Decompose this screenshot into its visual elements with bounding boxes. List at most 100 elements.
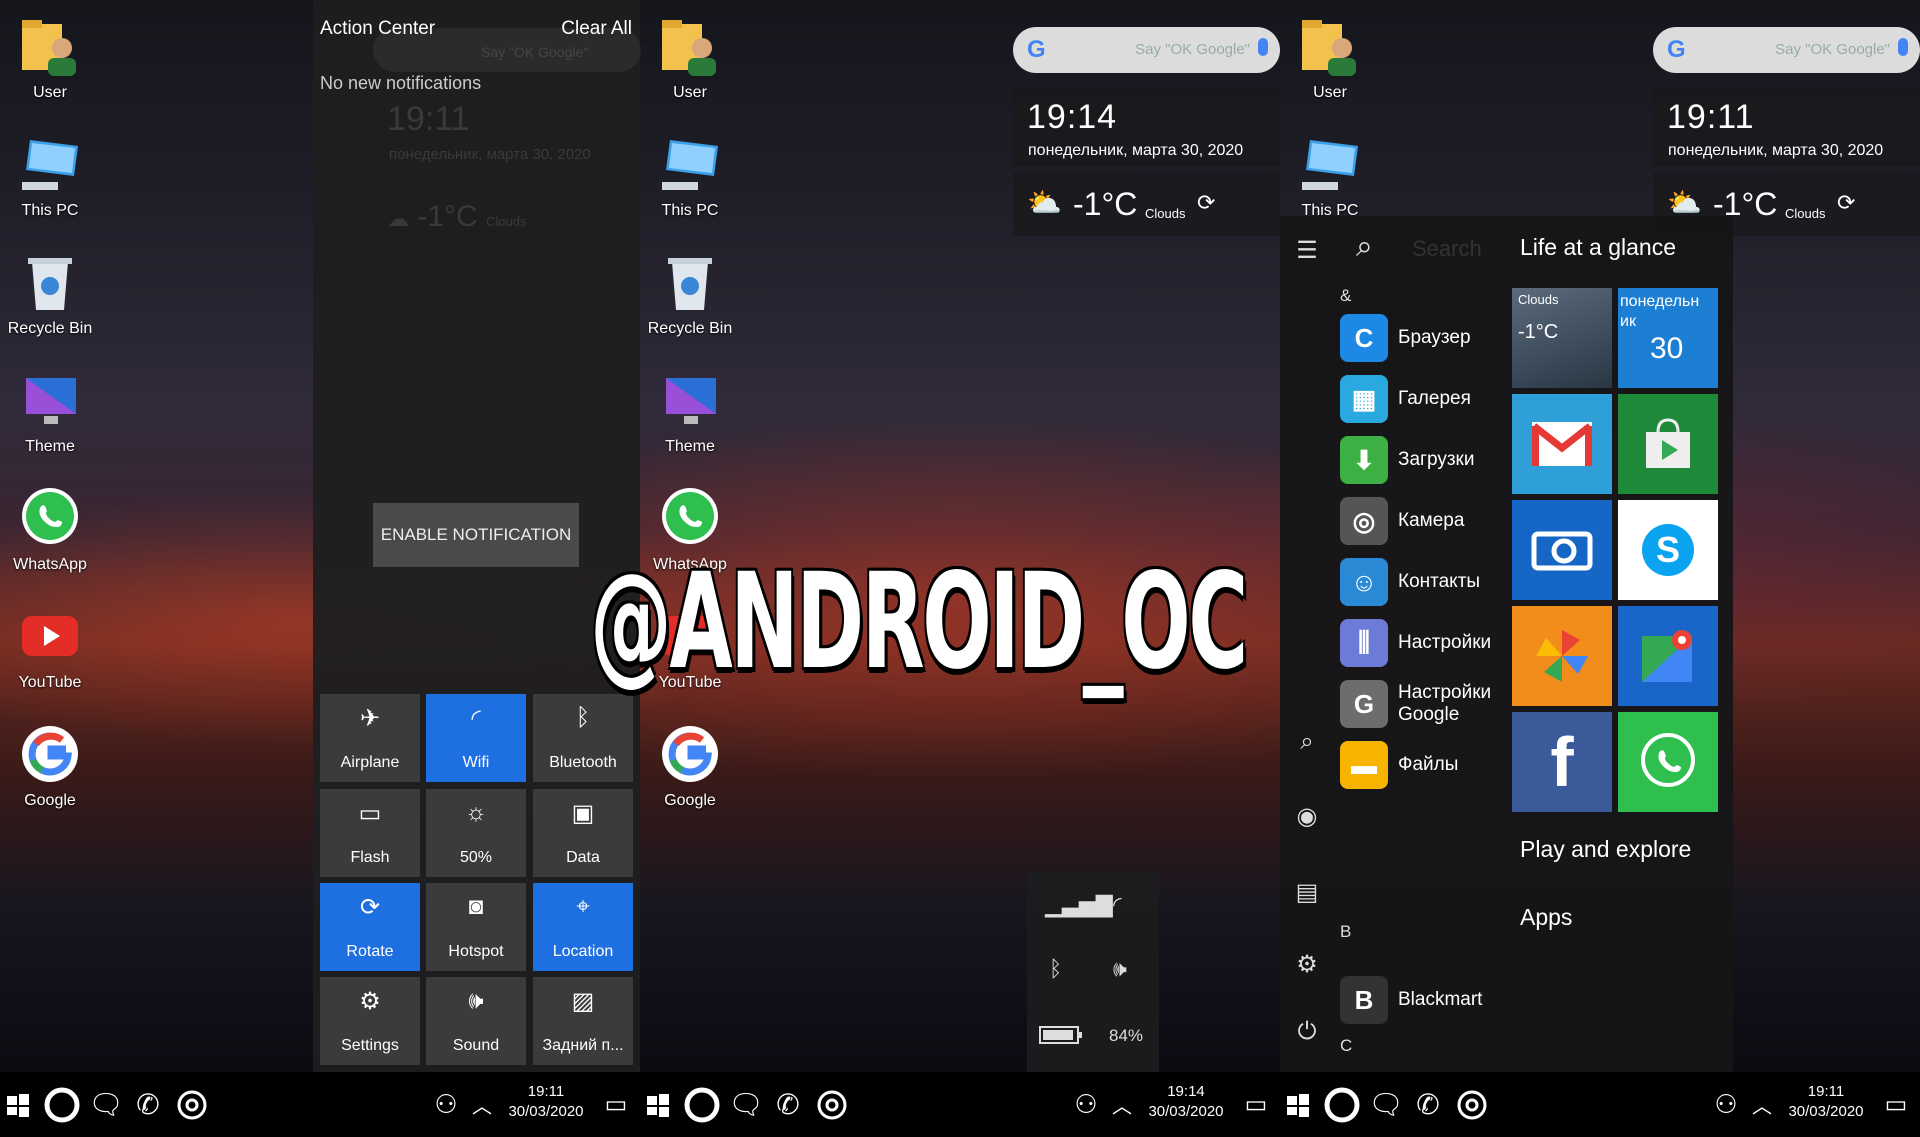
tile-airplane[interactable]: ✈ Airplane — [320, 694, 420, 782]
app-gallery[interactable]: ▦ Галерея — [1340, 371, 1471, 427]
app-contacts[interactable]: ☺ Контакты — [1340, 554, 1480, 610]
messages-icon[interactable]: 🗨 — [1368, 1072, 1404, 1137]
tile-facebook[interactable]: f — [1512, 712, 1612, 812]
windows-start-icon[interactable] — [1284, 1072, 1312, 1137]
hamburger-menu-icon[interactable]: ☰ — [1292, 236, 1322, 265]
chevron-up-icon[interactable]: ︿ — [1750, 1072, 1774, 1137]
tile-flash[interactable]: ▭ Flash — [320, 789, 420, 877]
desktop-icon-this-pc[interactable]: This PC — [640, 132, 740, 220]
messages-icon[interactable]: 🗨 — [88, 1072, 124, 1137]
tile-skype[interactable]: S — [1618, 500, 1718, 600]
enable-notification-button[interactable]: ENABLE NOTIFICATION — [373, 503, 579, 567]
google-search-bar[interactable]: G Say "OK Google" — [1013, 27, 1280, 73]
tile-hotspot[interactable]: ◙ Hotspot — [426, 883, 526, 971]
tile-brightness[interactable]: ☼ 50% — [426, 789, 526, 877]
search-icon[interactable]: ⌕ — [1292, 728, 1322, 756]
tile-wifi[interactable]: ◜ Wifi — [426, 694, 526, 782]
app-camera[interactable]: ◎ Камера — [1340, 493, 1464, 549]
app-browser[interactable]: C Браузер — [1340, 310, 1471, 366]
user-avatar-icon[interactable]: ◉ — [1292, 802, 1322, 831]
tile-bluetooth[interactable]: ᛒ Bluetooth — [533, 694, 633, 782]
tile-wallpaper[interactable]: ▨ Задний п... — [533, 977, 633, 1065]
tile-camera[interactable] — [1512, 500, 1612, 600]
refresh-icon[interactable]: ⟳ — [1197, 190, 1215, 216]
desktop-icon-google[interactable]: Google — [640, 722, 740, 810]
desktop-icon-user[interactable]: User — [640, 14, 740, 102]
cortana-circle-icon[interactable] — [682, 1072, 722, 1137]
notification-icon[interactable]: ▭ — [1880, 1072, 1912, 1137]
desktop-icon-this-pc[interactable]: This PC — [1280, 132, 1380, 220]
user-folder-icon — [658, 14, 722, 78]
start-menu: ☰ ⌕ ◉ ▤ ⚙ ⏻ ⌕ Search & C Браузер ▦ Галерея… — [1280, 216, 1733, 1072]
chevron-up-icon[interactable]: ︿ — [470, 1072, 494, 1137]
group-header-amp[interactable]: & — [1340, 286, 1351, 306]
desktop-icon-youtube[interactable]: YouTube — [0, 604, 100, 692]
google-settings-icon: G — [1340, 680, 1388, 728]
messages-icon[interactable]: 🗨 — [728, 1072, 764, 1137]
file-explorer-icon[interactable]: ▤ — [1292, 878, 1322, 907]
app-files[interactable]: ▬ Файлы — [1340, 737, 1458, 793]
mic-icon[interactable] — [1258, 38, 1268, 56]
tile-gmail[interactable] — [1512, 394, 1612, 494]
start-search-icon[interactable]: ⌕ — [1356, 230, 1373, 264]
tile-rotate[interactable]: ⟳ Rotate — [320, 883, 420, 971]
tile-label: Wifi — [462, 754, 490, 771]
group-header-c[interactable]: C — [1340, 1036, 1352, 1056]
windows-start-icon[interactable] — [4, 1072, 32, 1137]
user-icon[interactable]: ⚇ — [430, 1072, 462, 1137]
desktop-icon-recycle-bin[interactable]: Recycle Bin — [0, 250, 100, 338]
tile-maps[interactable] — [1618, 606, 1718, 706]
mic-icon[interactable] — [1898, 38, 1908, 56]
desktop-icon-recycle-bin[interactable]: Recycle Bin — [640, 250, 740, 338]
chrome-icon[interactable] — [1454, 1072, 1490, 1137]
power-icon[interactable]: ⏻ — [1292, 1018, 1322, 1046]
desktop-icon-user[interactable]: User — [0, 14, 100, 102]
app-google-settings[interactable]: G Настройки Google — [1340, 676, 1498, 732]
user-icon[interactable]: ⚇ — [1070, 1072, 1102, 1137]
phone-icon[interactable]: ✆ — [130, 1072, 166, 1137]
tile-sound[interactable]: 🕪 Sound — [426, 977, 526, 1065]
cortana-circle-icon[interactable] — [1322, 1072, 1362, 1137]
apps-title[interactable]: Apps — [1520, 904, 1572, 931]
gear-icon[interactable]: ⚙ — [1292, 950, 1322, 979]
desktop-icon-theme[interactable]: Theme — [640, 368, 740, 456]
desktop-icon-theme[interactable]: Theme — [0, 368, 100, 456]
refresh-icon[interactable]: ⟳ — [1837, 190, 1855, 216]
tile-photos[interactable] — [1512, 606, 1612, 706]
app-blackmart[interactable]: B Blackmart — [1340, 972, 1482, 1028]
user-icon[interactable]: ⚇ — [1710, 1072, 1742, 1137]
phone-icon[interactable]: ✆ — [1410, 1072, 1446, 1137]
taskbar-clock[interactable]: 19:14 30/03/2020 — [1138, 1082, 1234, 1122]
chevron-up-icon[interactable]: ︿ — [1110, 1072, 1134, 1137]
desktop-icon-this-pc[interactable]: This PC — [0, 132, 100, 220]
taskbar-clock[interactable]: 19:11 30/03/2020 — [1778, 1082, 1874, 1122]
desktop-icon-label: User — [1313, 84, 1347, 101]
phone-icon[interactable]: ✆ — [770, 1072, 806, 1137]
group-header-b[interactable]: B — [1340, 922, 1351, 942]
desktop-icon-user[interactable]: User — [1280, 14, 1380, 102]
chrome-icon[interactable] — [814, 1072, 850, 1137]
tile-weather[interactable]: Clouds -1°C — [1512, 288, 1612, 388]
app-downloads[interactable]: ⬇ Загрузки — [1340, 432, 1474, 488]
tile-whatsapp[interactable] — [1618, 712, 1718, 812]
chrome-icon[interactable] — [174, 1072, 210, 1137]
tile-data[interactable]: ▣ Data — [533, 789, 633, 877]
google-search-bar[interactable]: G Say "OK Google" — [1653, 27, 1920, 73]
app-name: Браузер — [1398, 327, 1471, 348]
notification-icon[interactable]: ▭ — [600, 1072, 632, 1137]
tile-settings[interactable]: ⚙ Settings — [320, 977, 420, 1065]
tile-calendar[interactable]: понедельн ик 30 — [1618, 288, 1718, 388]
notification-icon[interactable]: ▭ — [1240, 1072, 1272, 1137]
desktop-icon-whatsapp[interactable]: WhatsApp — [0, 486, 100, 574]
app-settings[interactable]: ⫼ Настройки — [1340, 615, 1491, 671]
hotspot-icon: ◙ — [468, 893, 484, 920]
start-search-input[interactable]: Search — [1412, 236, 1482, 262]
taskbar-clock[interactable]: 19:11 30/03/2020 — [498, 1082, 594, 1122]
play-store-icon — [1646, 418, 1690, 468]
windows-start-icon[interactable] — [644, 1072, 672, 1137]
cortana-circle-icon[interactable] — [42, 1072, 82, 1137]
tile-play-store[interactable] — [1618, 394, 1718, 494]
desktop-icon-google[interactable]: Google — [0, 722, 100, 810]
clear-all-button[interactable]: Clear All — [561, 18, 632, 40]
tile-location[interactable]: ⌖ Location — [533, 883, 633, 971]
